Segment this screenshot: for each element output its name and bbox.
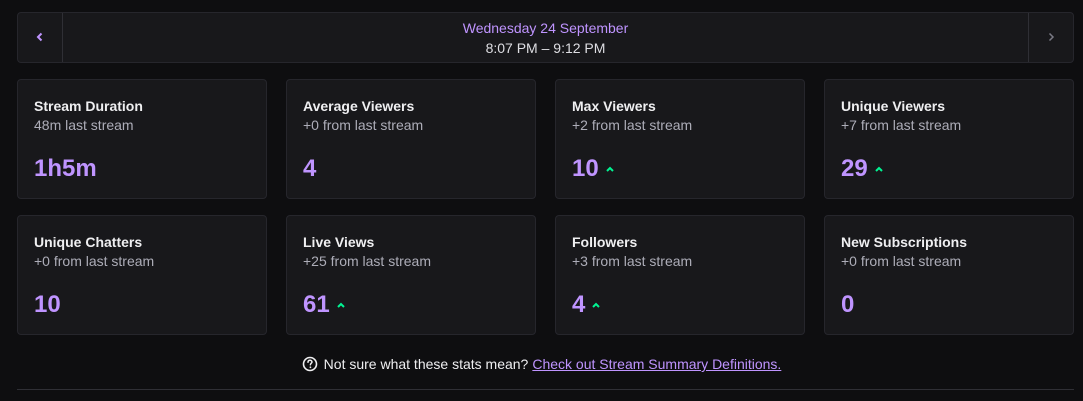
stats-help-note: Not sure what these stats mean? Check ou… [0, 354, 1083, 374]
stream-date-navigator: Wednesday 24 September 8:07 PM – 9:12 PM [17, 12, 1074, 63]
stat-value: 4 [303, 155, 317, 182]
stat-card-unique-chatters: Unique Chatters +0 from last stream 10 [17, 215, 267, 335]
stat-value: 1h5m [34, 155, 97, 182]
stat-card-followers: Followers +3 from last stream 4 [555, 215, 805, 335]
stat-card-live-views: Live Views +25 from last stream 61 [286, 215, 536, 335]
trend-up-icon [874, 165, 884, 173]
stat-comparison: 48m last stream [34, 117, 134, 133]
stream-date-range: Wednesday 24 September 8:07 PM – 9:12 PM [63, 13, 1028, 62]
stat-title: Unique Viewers [841, 98, 946, 114]
stat-comparison: +0 from last stream [303, 117, 424, 133]
trend-up-icon [591, 301, 601, 309]
stream-summary-definitions-link[interactable]: Check out Stream Summary Definitions. [532, 356, 781, 372]
stat-comparison: +25 from last stream [303, 253, 431, 269]
stream-date: Wednesday 24 September [462, 19, 629, 36]
trend-up-icon [336, 301, 346, 309]
stat-value: 29 [841, 155, 868, 182]
stat-card-new-subscriptions: New Subscriptions +0 from last stream 0 [824, 215, 1074, 335]
stat-value: 4 [572, 291, 586, 318]
stat-card-unique-viewers: Unique Viewers +7 from last stream 29 [824, 79, 1074, 199]
stat-value: 10 [572, 155, 599, 182]
help-circle-icon [302, 356, 318, 372]
stat-title: Max Viewers [572, 98, 656, 114]
stat-title: Live Views [303, 234, 375, 250]
stat-comparison: +7 from last stream [841, 117, 962, 133]
chevron-left-icon [36, 29, 44, 47]
stat-card-stream-duration: Stream Duration 48m last stream 1h5m [17, 79, 267, 199]
stat-value: 61 [303, 291, 330, 318]
stat-title: Followers [572, 234, 638, 250]
stream-time-range: 8:07 PM – 9:12 PM [485, 39, 606, 56]
previous-stream-button[interactable] [18, 13, 63, 62]
stat-card-max-viewers: Max Viewers +2 from last stream 10 [555, 79, 805, 199]
stat-title: New Subscriptions [841, 234, 968, 250]
stat-value: 0 [841, 291, 855, 318]
help-question-text: Not sure what these stats mean? [323, 356, 529, 372]
stat-title: Stream Duration [34, 98, 143, 114]
stat-title: Unique Chatters [34, 234, 143, 250]
stat-value: 10 [34, 291, 61, 318]
divider [17, 389, 1074, 390]
stat-comparison: +0 from last stream [841, 253, 962, 269]
next-stream-button[interactable] [1028, 13, 1073, 62]
chevron-right-icon [1047, 29, 1055, 47]
stat-comparison: +3 from last stream [572, 253, 693, 269]
trend-up-icon [605, 165, 615, 173]
stat-title: Average Viewers [303, 98, 415, 114]
stat-card-average-viewers: Average Viewers +0 from last stream 4 [286, 79, 536, 199]
stat-comparison: +2 from last stream [572, 117, 693, 133]
stat-comparison: +0 from last stream [34, 253, 155, 269]
